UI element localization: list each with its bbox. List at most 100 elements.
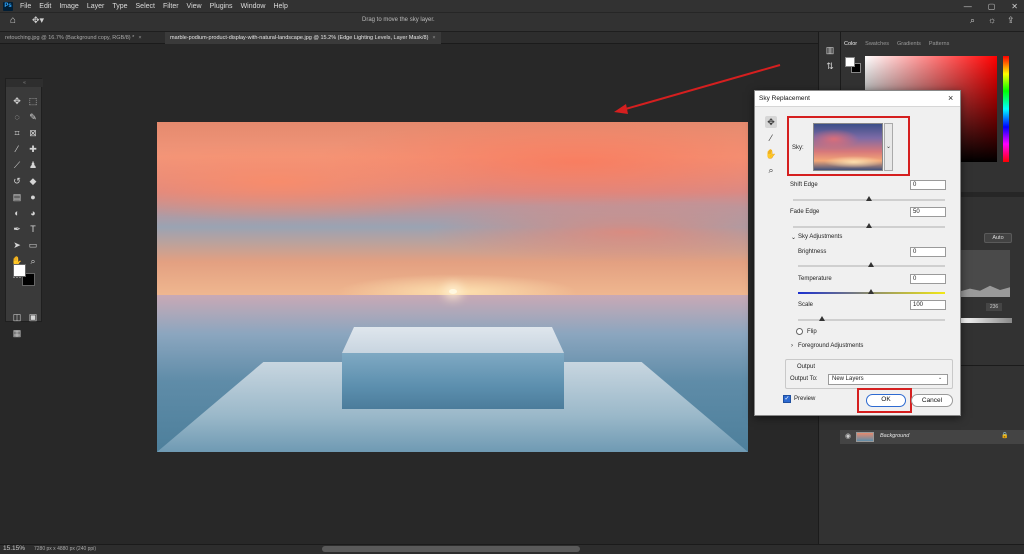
sky-brush-icon[interactable]: ⁄ — [765, 132, 777, 144]
hue-slider[interactable] — [1003, 56, 1009, 162]
panel-grip-icon[interactable]: « — [6, 79, 43, 87]
eye-icon[interactable]: ◉ — [845, 432, 851, 440]
eyedropper-icon[interactable]: ⁄ — [11, 143, 23, 155]
quick-select-icon[interactable]: ✎ — [27, 111, 39, 123]
artboard-icon[interactable]: ▦ — [11, 327, 23, 339]
close-icon[interactable]: × — [948, 93, 953, 103]
layer-thumbnail — [856, 432, 874, 442]
slider-thumb[interactable] — [868, 262, 874, 267]
slider-thumb[interactable] — [819, 316, 825, 321]
history-brush-icon[interactable]: ↺ — [11, 175, 23, 187]
zoom-icon[interactable]: ⌕ — [765, 164, 777, 176]
brush-icon[interactable]: ⟋ — [11, 159, 23, 171]
tab-retouching[interactable]: retouching.jpg @ 16.7% (Background copy,… — [0, 32, 147, 44]
arrow-head — [614, 104, 628, 114]
quick-mask-icon[interactable]: ◫ — [11, 311, 23, 323]
tab-gradients[interactable]: Gradients — [893, 38, 925, 50]
move-tool-icon[interactable]: ✥▾ — [32, 15, 46, 27]
frame-icon[interactable]: ⊠ — [27, 127, 39, 139]
slider-thumb[interactable] — [868, 289, 874, 294]
cancel-button[interactable]: Cancel — [911, 394, 953, 407]
menu-filter[interactable]: Filter — [159, 3, 183, 10]
burn-icon[interactable]: ◕ — [27, 207, 39, 219]
annotation-box-sky — [787, 116, 910, 176]
close-window-button[interactable]: ✕ — [1011, 2, 1018, 11]
photoshop-logo-icon: Ps — [3, 1, 13, 11]
menu-view[interactable]: View — [183, 3, 206, 10]
foreground-color-swatch[interactable] — [13, 264, 26, 277]
menu-file[interactable]: File — [16, 3, 35, 10]
tab-marble-podium[interactable]: marble-podium-product-display-with-natur… — [165, 32, 441, 44]
zoom-level[interactable]: 15.15% — [3, 545, 25, 552]
minimize-button[interactable]: — — [964, 2, 972, 11]
scale-slider[interactable] — [798, 316, 945, 321]
menu-image[interactable]: Image — [55, 3, 82, 10]
search-icon[interactable]: ⌕ — [970, 15, 975, 26]
menu-edit[interactable]: Edit — [35, 3, 55, 10]
ok-button[interactable]: OK — [866, 394, 906, 407]
brightness-slider[interactable] — [798, 262, 945, 267]
blur-icon[interactable]: ● — [27, 191, 39, 203]
tab-color[interactable]: Color — [840, 38, 861, 50]
stamp-icon[interactable]: ♟ — [27, 159, 39, 171]
auto-button[interactable]: Auto — [984, 233, 1012, 243]
menu-layer[interactable]: Layer — [83, 3, 109, 10]
menu-select[interactable]: Select — [132, 3, 159, 10]
hand-icon[interactable]: ✋ — [765, 148, 777, 160]
preview-checkbox[interactable]: ✓ — [783, 395, 791, 403]
crop-icon[interactable]: ⌗ — [11, 127, 23, 139]
scale-input[interactable]: 100 — [910, 300, 946, 310]
marquee-icon[interactable]: ⬚ — [27, 95, 39, 107]
shift-edge-slider[interactable] — [793, 196, 945, 201]
discover-icon[interactable]: ☼ — [988, 15, 996, 25]
horizontal-scrollbar[interactable] — [322, 546, 580, 552]
menu-plugins[interactable]: Plugins — [206, 3, 237, 10]
dialog-title: Sky Replacement — [759, 95, 810, 102]
brightness-input[interactable]: 0 — [910, 247, 946, 257]
libraries-icon[interactable]: ▥ — [824, 44, 836, 56]
slider-thumb[interactable] — [866, 223, 872, 228]
move-icon[interactable]: ✥ — [11, 95, 23, 107]
tab-patterns[interactable]: Patterns — [925, 38, 953, 50]
path-select-icon[interactable]: ➤ — [11, 239, 23, 251]
tab-swatches[interactable]: Swatches — [861, 38, 893, 50]
fade-edge-input[interactable]: 50 — [910, 207, 946, 217]
flip-checkbox[interactable] — [796, 328, 803, 335]
lock-icon[interactable]: 🔒 — [1001, 432, 1008, 439]
dodge-icon[interactable]: ◐ — [11, 207, 23, 219]
foreground-adjustments-header[interactable]: Foreground Adjustments — [798, 343, 863, 349]
chevron-down-icon[interactable]: ⌄ — [938, 375, 942, 381]
eraser-icon[interactable]: ◆ — [27, 175, 39, 187]
menu-help[interactable]: Help — [269, 3, 291, 10]
pen-icon[interactable]: ✒ — [11, 223, 23, 235]
document-canvas[interactable] — [157, 122, 748, 452]
menu-window[interactable]: Window — [237, 3, 270, 10]
home-icon[interactable]: ⌂ — [10, 15, 22, 27]
rectangle-icon[interactable]: ▭ — [27, 239, 39, 251]
output-to-select[interactable]: New Layers — [828, 374, 948, 385]
temperature-input[interactable]: 0 — [910, 274, 946, 284]
sky-move-tool-icon[interactable]: ✥ — [765, 116, 777, 128]
menu-type[interactable]: Type — [108, 3, 131, 10]
type-icon[interactable]: T — [27, 223, 39, 235]
temperature-slider[interactable] — [798, 289, 945, 294]
lasso-icon[interactable]: ◌ — [11, 111, 23, 123]
close-icon[interactable]: × — [432, 35, 435, 41]
zoom-icon[interactable]: ⌕ — [27, 255, 39, 267]
panel-foreground-swatch[interactable] — [845, 57, 855, 67]
screen-mode-icon[interactable]: ▣ — [27, 311, 39, 323]
levels-value-field[interactable]: 236 — [986, 303, 1002, 311]
close-icon[interactable]: × — [138, 35, 141, 41]
healing-icon[interactable]: ✚ — [27, 143, 39, 155]
gradient-icon[interactable]: ▤ — [11, 191, 23, 203]
sky-adjustments-header[interactable]: Sky Adjustments — [798, 234, 842, 240]
sky-replacement-dialog: Sky Replacement × ✥ ⁄ ✋ ⌕ Sky: ⌄ Shift E… — [754, 90, 961, 416]
shift-edge-input[interactable]: 0 — [910, 180, 946, 190]
share-icon[interactable]: ⇪ — [1007, 15, 1015, 26]
slider-thumb[interactable] — [866, 196, 872, 201]
chevron-right-icon[interactable]: › — [791, 343, 793, 349]
maximize-button[interactable]: ▢ — [988, 2, 996, 11]
fade-edge-slider[interactable] — [793, 223, 945, 228]
chevron-down-icon[interactable]: ⌄ — [791, 234, 796, 241]
adjustments-icon[interactable]: ⇅ — [824, 60, 836, 72]
